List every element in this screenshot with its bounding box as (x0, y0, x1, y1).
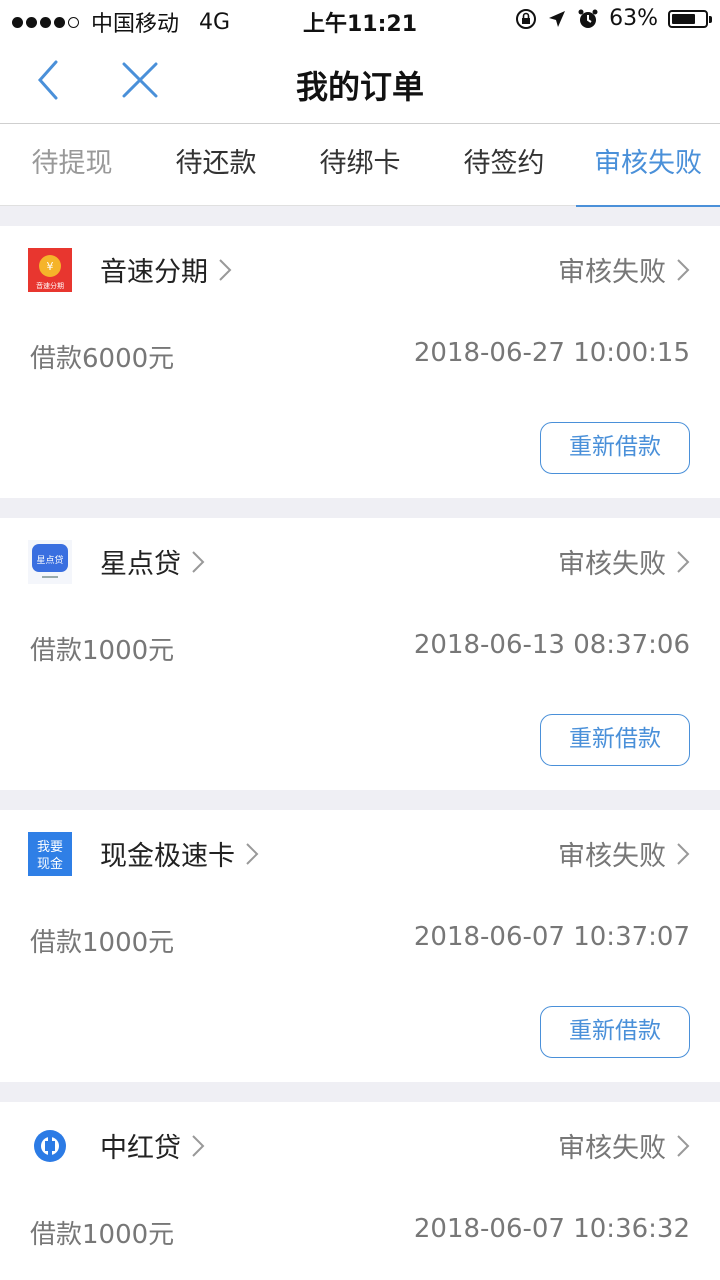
status-bar: 中国移动 4G 上午11:21 63% (0, 0, 720, 40)
tab-bar: 待提现 待还款 待绑卡 待签约 审核失败 (0, 124, 720, 207)
shop-name-link[interactable]: 音速分期 (100, 250, 232, 289)
rotation-lock-icon (516, 8, 537, 29)
chevron-right-icon (246, 842, 259, 865)
reapply-button[interactable]: 重新借款 (540, 714, 690, 766)
yinsu-logo-icon: ¥ 音速分期 (28, 248, 72, 292)
loan-amount: 借款6000元 (30, 344, 175, 374)
shop-name-link[interactable]: 星点贷 (100, 542, 205, 581)
tab-pending-bind-card[interactable]: 待绑卡 (288, 124, 432, 206)
order-status-link[interactable]: 审核失败 (558, 834, 690, 873)
chevron-right-icon (192, 550, 205, 573)
order-status-link[interactable]: 审核失败 (558, 542, 690, 581)
tab-pending-sign[interactable]: 待签约 (432, 124, 576, 206)
order-status-link[interactable]: 审核失败 (558, 1126, 690, 1165)
location-arrow-icon (549, 10, 566, 27)
tab-pending-repay[interactable]: 待还款 (144, 124, 288, 206)
tab-pending-withdraw[interactable]: 待提现 (0, 124, 144, 206)
order-card: 星点贷 星点贷 审核失败 借款1000元 2018-06-13 08:37:06… (0, 518, 720, 790)
nav-bar: 我的订单 (0, 40, 720, 124)
order-card: 中红贷 审核失败 借款1000元 2018-06-07 10:36:32 (0, 1102, 720, 1280)
order-status: 审核失败 (558, 549, 666, 580)
svg-text:星点贷: 星点贷 (36, 554, 63, 566)
shop-name: 中红贷 (100, 1133, 181, 1164)
order-status-link[interactable]: 审核失败 (558, 250, 690, 289)
order-card: 我要现金 现金极速卡 审核失败 借款1000元 2018-06-07 10:37… (0, 810, 720, 1082)
chevron-right-icon (219, 258, 232, 281)
chevron-right-icon (677, 258, 690, 281)
order-time: 2018-06-13 08:37:06 (413, 630, 690, 660)
reapply-button[interactable]: 重新借款 (540, 1006, 690, 1058)
chevron-right-icon (677, 550, 690, 573)
order-time: 2018-06-07 10:36:32 (413, 1214, 690, 1244)
battery-icon (668, 9, 712, 28)
xianjin-logo-icon: 我要现金 (28, 832, 72, 876)
order-status: 审核失败 (558, 1133, 666, 1164)
shop-name-link[interactable]: 现金极速卡 (100, 834, 259, 873)
shop-name-link[interactable]: 中红贷 (100, 1126, 205, 1165)
order-time: 2018-06-27 10:00:15 (413, 338, 690, 368)
tab-review-failed[interactable]: 审核失败 (576, 124, 720, 207)
reapply-button[interactable]: 重新借款 (540, 422, 690, 474)
loan-amount: 借款1000元 (30, 928, 175, 958)
alarm-icon (578, 9, 598, 28)
shop-name: 现金极速卡 (100, 841, 235, 872)
svg-text:音速分期: 音速分期 (36, 281, 64, 290)
xingdian-logo-icon: 星点贷 (28, 540, 72, 584)
zhonghong-logo-icon (34, 1130, 66, 1162)
shop-name: 星点贷 (100, 549, 181, 580)
page-title: 我的订单 (295, 68, 424, 106)
battery-percent: 63% (609, 6, 658, 31)
loan-amount: 借款1000元 (30, 636, 175, 666)
chevron-right-icon (677, 842, 690, 865)
chevron-right-icon (677, 1134, 690, 1157)
order-time: 2018-06-07 10:37:07 (413, 922, 690, 952)
shop-name: 音速分期 (100, 257, 208, 288)
order-status: 审核失败 (558, 841, 666, 872)
status-icons: 63% (515, 6, 712, 31)
chevron-right-icon (192, 1134, 205, 1157)
order-card: ¥ 音速分期 音速分期 审核失败 借款6000元 2018-06-27 10:0… (0, 226, 720, 498)
order-status: 审核失败 (558, 257, 666, 288)
svg-text:¥: ¥ (47, 260, 54, 273)
loan-amount: 借款1000元 (30, 1220, 175, 1250)
